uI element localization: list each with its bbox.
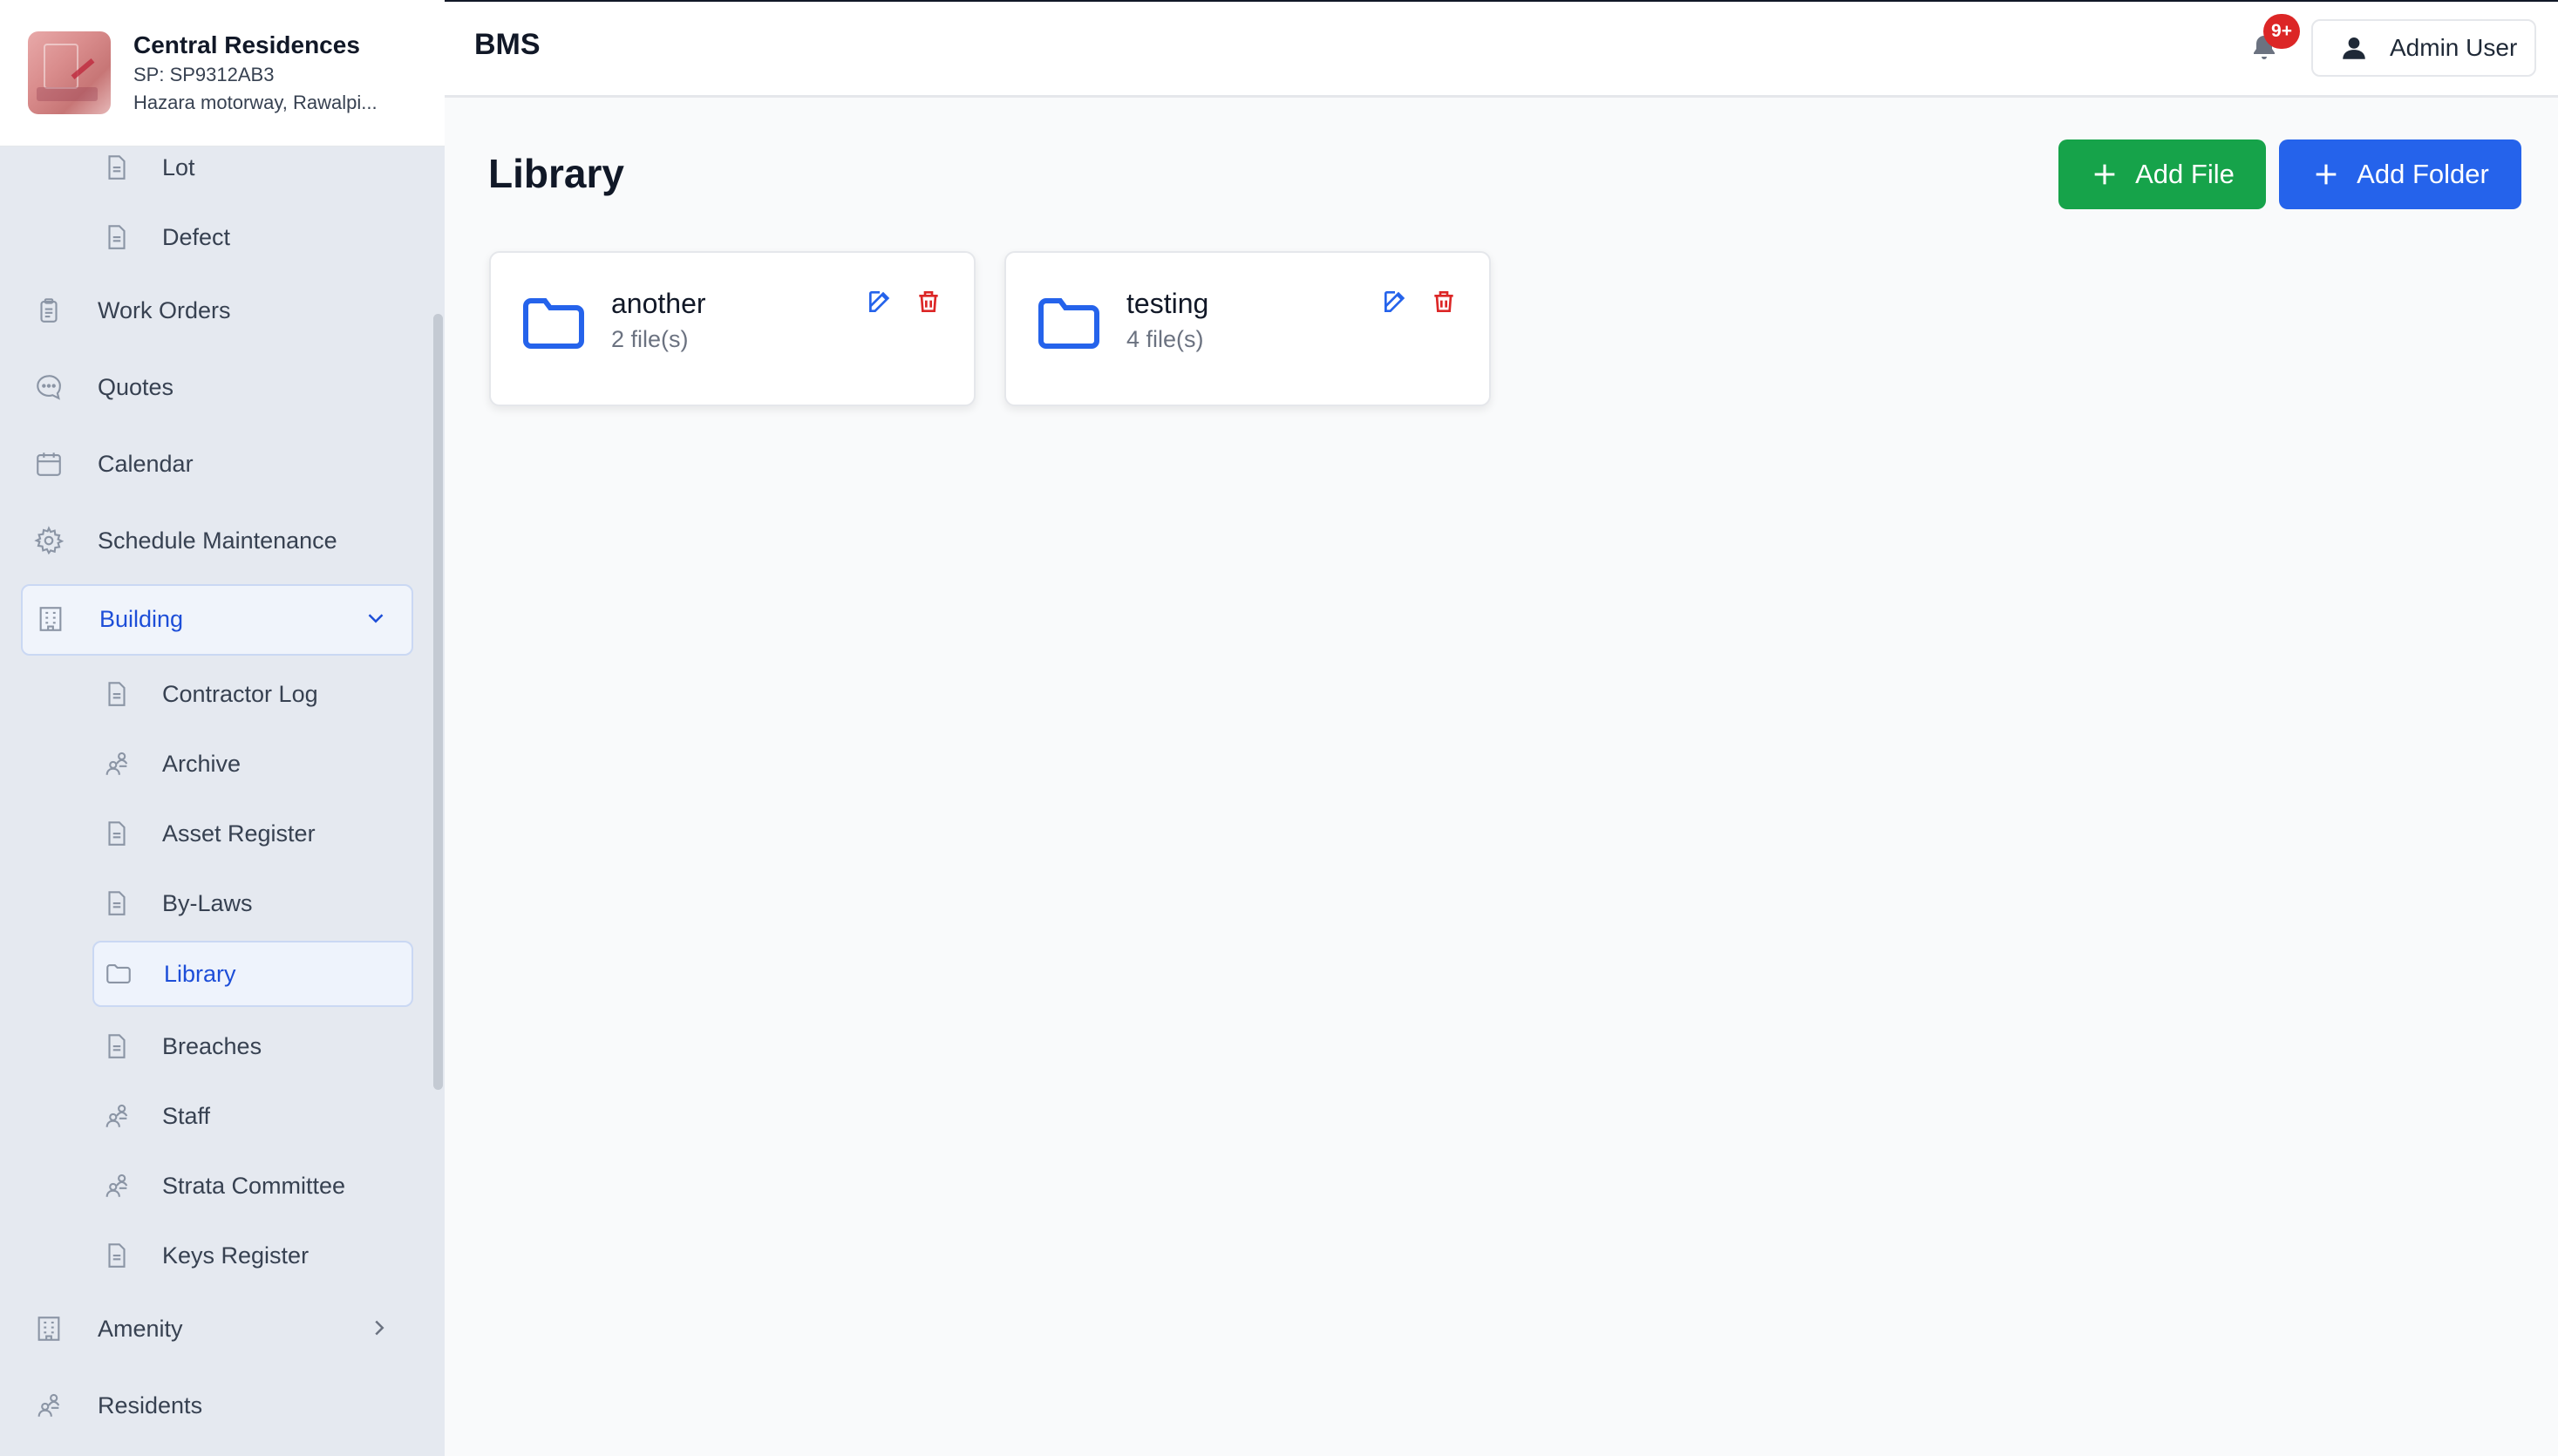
- chat-icon: [33, 371, 65, 403]
- edit-icon[interactable]: [1381, 288, 1409, 316]
- building-icon: [35, 603, 66, 635]
- sidebar-item-label: Quotes: [98, 373, 174, 400]
- folder-icon: [1038, 298, 1099, 349]
- add-file-button[interactable]: Add File: [2058, 139, 2266, 209]
- sidebar-item-label: Keys Register: [162, 1242, 310, 1269]
- user-icon: [2343, 37, 2365, 59]
- sidebar-item-label: Staff: [162, 1102, 211, 1129]
- add-file-label: Add File: [2135, 159, 2235, 189]
- sidebar-item-archive[interactable]: Archive: [101, 738, 241, 790]
- people-icon: [33, 1390, 65, 1421]
- folder-name: another: [611, 288, 706, 319]
- sidebar-item-amenity[interactable]: Amenity: [33, 1303, 183, 1355]
- trash-icon[interactable]: [915, 288, 942, 316]
- sidebar-item-label: Contractor Log: [162, 680, 318, 707]
- folder-icon: [523, 298, 584, 349]
- sidebar-scrollbar[interactable]: [433, 314, 443, 1090]
- plus-icon: [2316, 164, 2337, 185]
- sidebar-item-residents[interactable]: Residents: [33, 1379, 202, 1432]
- edit-icon[interactable]: [866, 288, 894, 316]
- sidebar-item-label: By-Laws: [162, 889, 253, 916]
- sidebar-item-keys-register[interactable]: Keys Register: [101, 1229, 309, 1282]
- add-folder-button[interactable]: Add Folder: [2279, 139, 2521, 209]
- sidebar-item-schedule-maintenance[interactable]: Schedule Maintenance: [33, 514, 337, 567]
- sidebar-item-label: Schedule Maintenance: [98, 527, 337, 554]
- sidebar-item-strata-committee[interactable]: Strata Committee: [101, 1160, 345, 1212]
- sidebar-item-by-laws[interactable]: By-Laws: [101, 877, 253, 929]
- sidebar-item-label: Residents: [98, 1391, 203, 1419]
- document-icon: [101, 152, 133, 183]
- sidebar-item-staff[interactable]: Staff: [101, 1090, 210, 1142]
- sidebar-item-label: Breaches: [162, 1032, 262, 1059]
- sidebar-item-label: Lot: [162, 153, 195, 180]
- folder-card[interactable]: another 2 file(s): [489, 251, 976, 406]
- user-menu-button[interactable]: Admin User: [2311, 19, 2536, 77]
- app-title: BMS: [474, 28, 541, 61]
- property-header[interactable]: Central Residences SP: SP9312AB3 Hazara …: [0, 0, 445, 146]
- document-icon: [101, 1031, 133, 1062]
- folder-file-count: 4 file(s): [1126, 326, 1204, 352]
- folder-name: testing: [1126, 288, 1209, 319]
- top-header: BMS 9+ Admin User: [445, 0, 2558, 98]
- property-avatar: [28, 31, 111, 114]
- property-sp-code: SP: SP9312AB3: [133, 63, 275, 85]
- trash-icon[interactable]: [1430, 288, 1458, 316]
- notification-badge: 9+: [2263, 14, 2300, 49]
- sidebar-item-contractor-log[interactable]: Contractor Log: [101, 668, 318, 720]
- document-icon: [101, 1240, 133, 1271]
- plus-icon: [2094, 164, 2115, 185]
- people-icon: [101, 748, 133, 779]
- chevron-right-icon[interactable]: [366, 1315, 392, 1341]
- page-title: Library: [488, 151, 624, 196]
- sidebar: Lot Defect Work Orders Quotes Calendar S…: [0, 0, 445, 1456]
- sidebar-item-label: Library: [164, 960, 236, 987]
- sidebar-item-quotes[interactable]: Quotes: [33, 361, 173, 413]
- add-folder-label: Add Folder: [2357, 159, 2489, 189]
- sidebar-item-label: Work Orders: [98, 296, 231, 323]
- sidebar-item-building[interactable]: Building: [35, 593, 183, 645]
- document-icon: [101, 818, 133, 849]
- sidebar-item-label: Archive: [162, 750, 242, 777]
- sidebar-item-label: Calendar: [98, 450, 194, 477]
- folder-icon: [103, 958, 134, 990]
- sidebar-item-label: Building: [99, 605, 184, 632]
- sidebar-item-work-orders[interactable]: Work Orders: [33, 284, 231, 337]
- building-icon: [33, 1313, 65, 1344]
- document-icon: [101, 221, 133, 253]
- property-name: Central Residences: [133, 31, 360, 58]
- chevron-down-icon[interactable]: [363, 605, 389, 631]
- user-name: Admin User: [2390, 34, 2518, 61]
- sidebar-item-label: Amenity: [98, 1315, 183, 1342]
- people-icon: [101, 1170, 133, 1201]
- sidebar-item-calendar[interactable]: Calendar: [33, 438, 194, 490]
- gear-icon: [33, 525, 65, 556]
- sidebar-item-label: Defect: [162, 223, 231, 250]
- property-address: Hazara motorway, Rawalpi...: [133, 91, 378, 113]
- document-icon: [101, 888, 133, 919]
- folder-file-count: 2 file(s): [611, 326, 689, 352]
- sidebar-item-defect[interactable]: Defect: [101, 211, 230, 263]
- clipboard-icon: [33, 295, 65, 326]
- sidebar-item-label: Asset Register: [162, 820, 316, 847]
- folder-card[interactable]: testing 4 file(s): [1004, 251, 1491, 406]
- sidebar-item-library[interactable]: Library: [103, 948, 236, 1000]
- sidebar-item-breaches[interactable]: Breaches: [101, 1020, 262, 1072]
- sidebar-item-lot[interactable]: Lot: [101, 141, 195, 194]
- people-icon: [101, 1100, 133, 1132]
- calendar-icon: [33, 448, 65, 480]
- sidebar-item-asset-register[interactable]: Asset Register: [101, 807, 316, 860]
- sidebar-item-label: Strata Committee: [162, 1172, 346, 1199]
- document-icon: [101, 678, 133, 710]
